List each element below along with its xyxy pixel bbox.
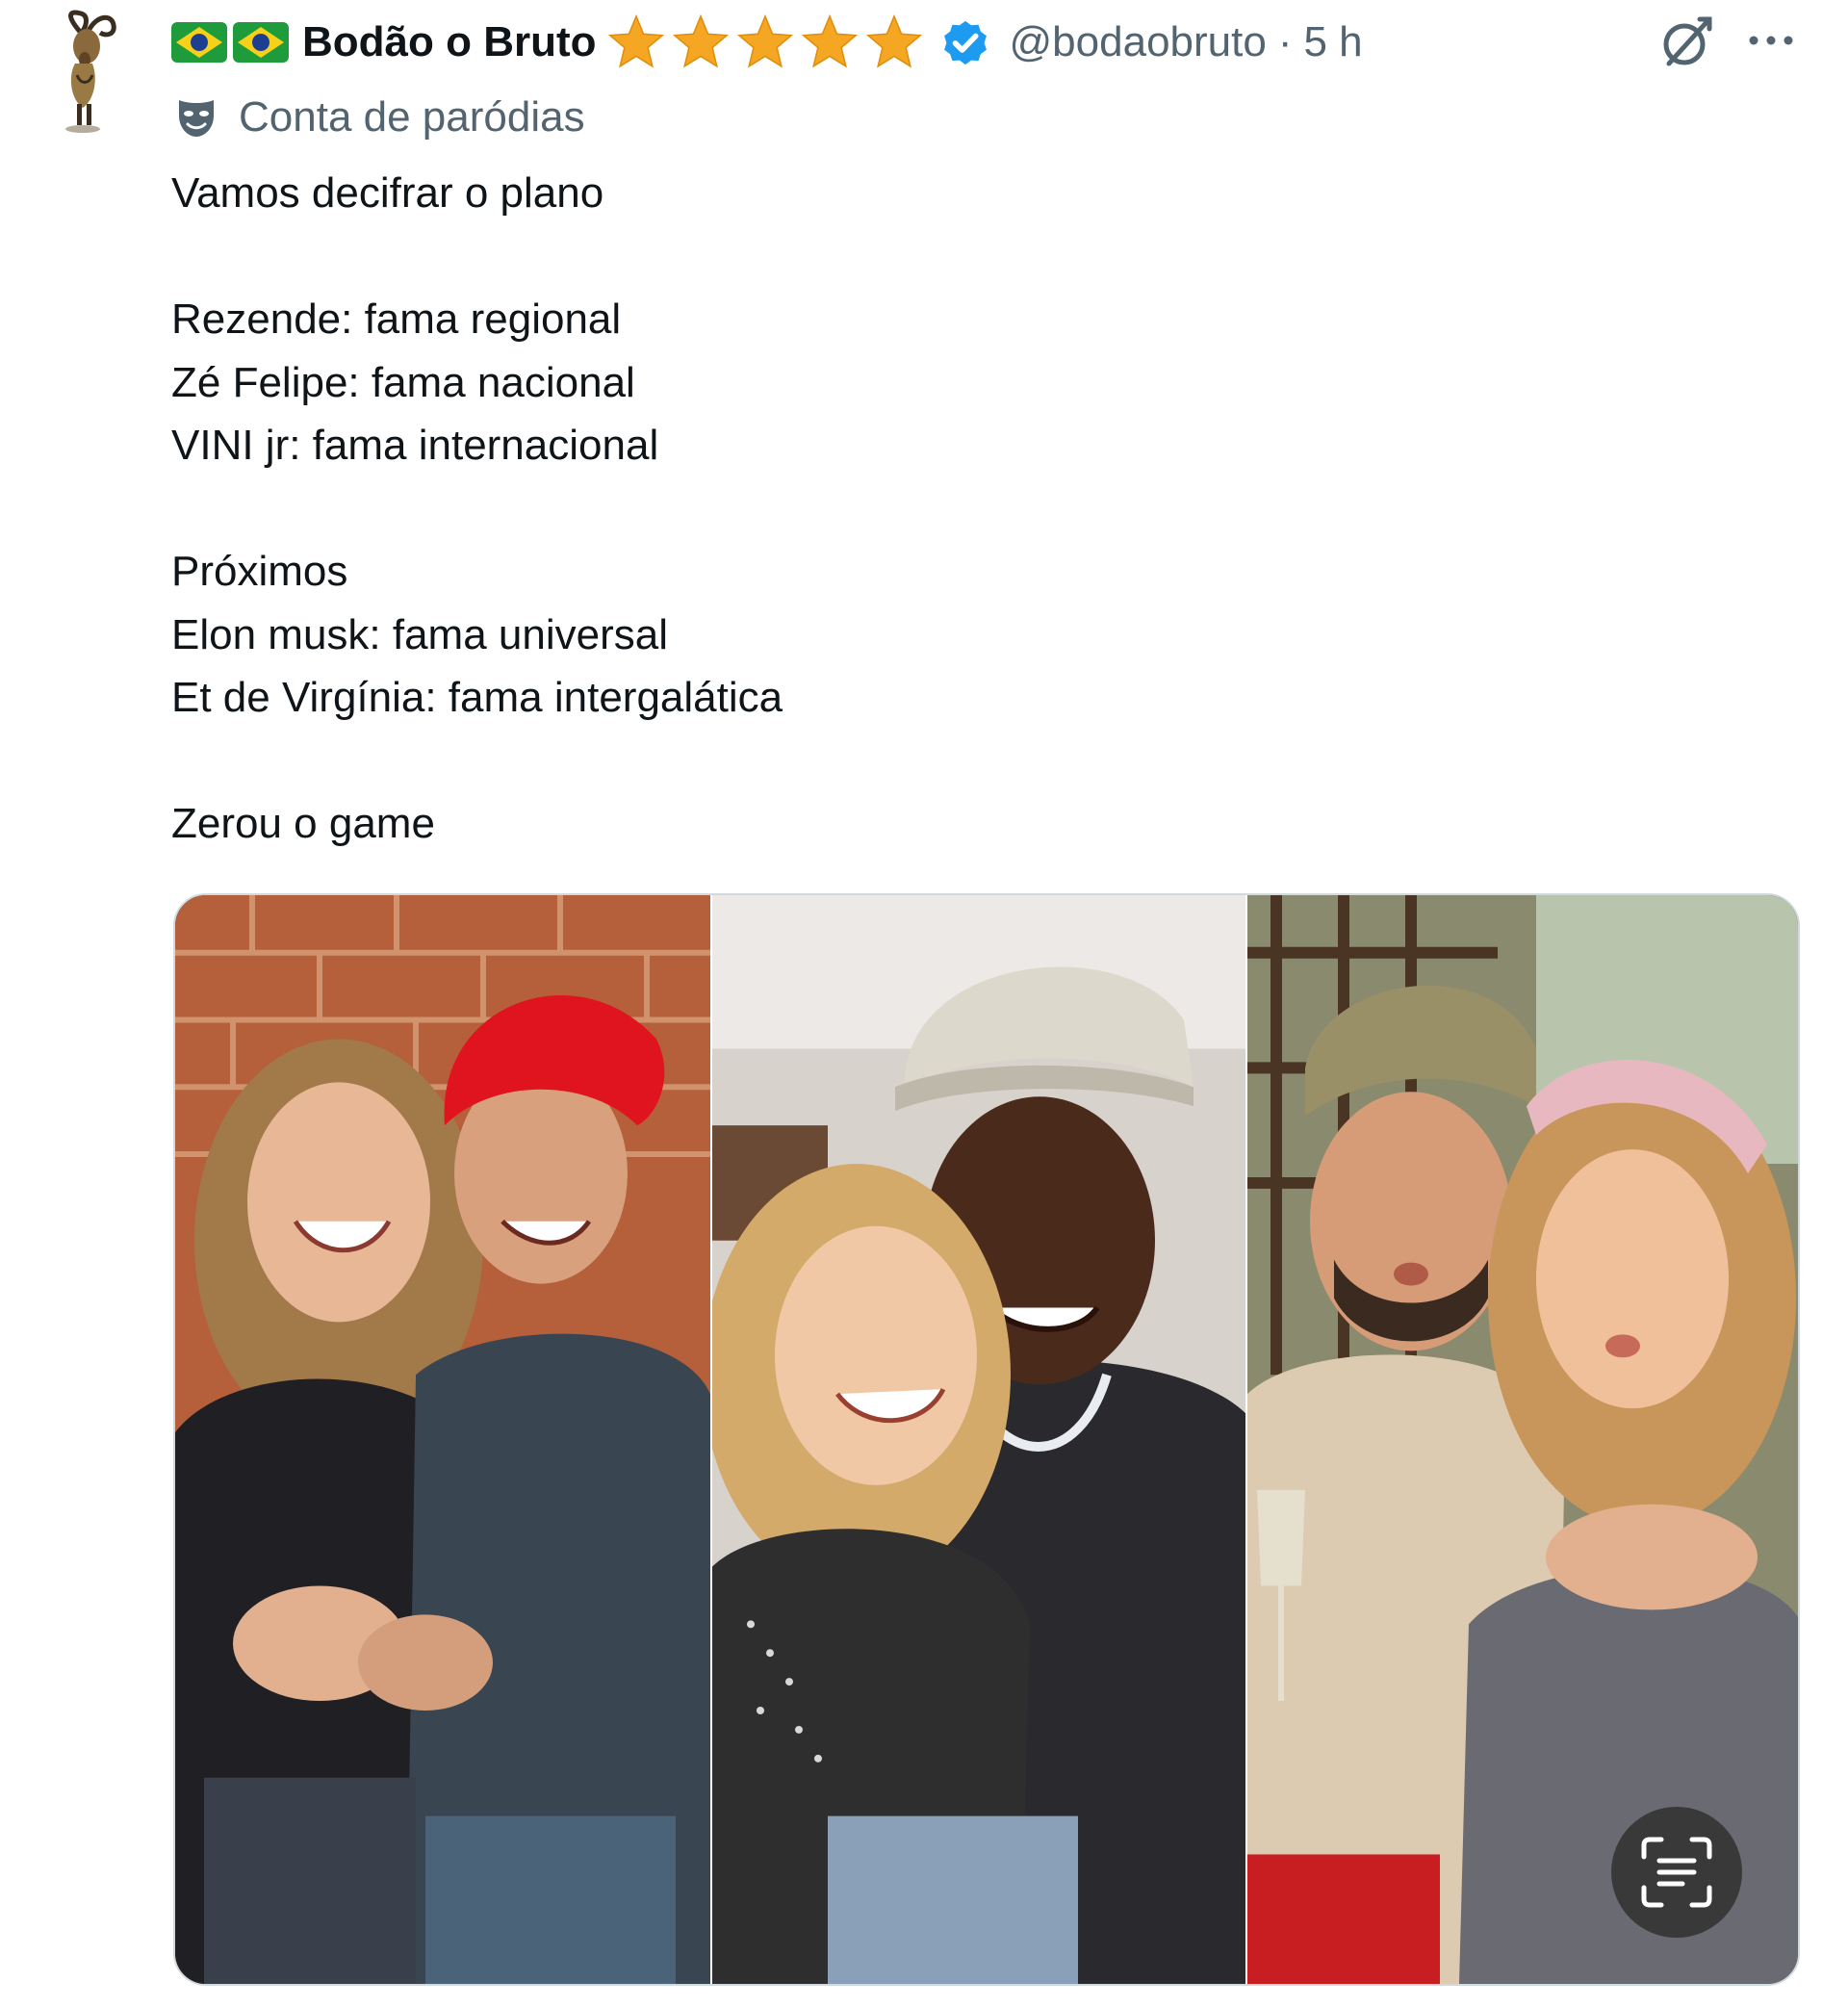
tweet-text-line: Zerou o game — [171, 800, 435, 847]
tweet-header: Bodão o Bruto @bodaobruto · 5 h — [171, 10, 1363, 75]
tweet-text-line: Próximos — [171, 548, 348, 595]
tweet-text-line: Rezende: fama regional — [171, 296, 622, 343]
tweet-text-line: Vamos decifrar o plano — [171, 169, 604, 217]
goat-avatar-icon[interactable] — [38, 8, 127, 137]
tweet-text-line: VINI jr: fama internacional — [171, 422, 659, 469]
photo-couple-2[interactable] — [712, 895, 1245, 1984]
more-options-icon[interactable] — [1742, 23, 1800, 58]
star-rating — [606, 13, 929, 72]
separator-dot: · — [1277, 18, 1293, 65]
tweet-text-line — [171, 730, 1808, 793]
grok-icon[interactable] — [1657, 13, 1715, 71]
parody-label-row: Conta de paródias — [173, 89, 585, 146]
star-icon — [800, 13, 860, 72]
parody-label: Conta de paródias — [239, 93, 585, 141]
tweet-text-line — [171, 477, 1808, 541]
text-scan-icon[interactable] — [1611, 1807, 1742, 1938]
theater-mask-icon — [173, 94, 219, 141]
timestamp[interactable]: 5 h — [1303, 18, 1362, 66]
display-name[interactable]: Bodão o Bruto — [302, 18, 597, 66]
star-icon — [606, 13, 666, 72]
brazil-flag-icon — [233, 22, 289, 63]
verified-badge-icon[interactable] — [938, 15, 992, 69]
tweet-text-line — [171, 225, 1808, 289]
user-handle[interactable]: @bodaobruto — [1010, 18, 1267, 66]
tweet-text-line: Elon musk: fama universal — [171, 610, 668, 658]
tweet-text: Vamos decifrar o plano Rezende: fama reg… — [171, 162, 1808, 856]
brazil-flag-icon — [171, 22, 227, 63]
tweet-media[interactable] — [173, 893, 1800, 1986]
tweet-text-line: Et de Virgínia: fama intergalática — [171, 674, 783, 721]
star-icon — [864, 13, 924, 72]
tweet-text-line: Zé Felipe: fama nacional — [171, 358, 635, 406]
tweet: Bodão o Bruto @bodaobruto · 5 h Conta de… — [0, 0, 1848, 2007]
photo-couple-1[interactable] — [175, 895, 710, 1984]
star-icon — [735, 13, 795, 72]
star-icon — [671, 13, 731, 72]
